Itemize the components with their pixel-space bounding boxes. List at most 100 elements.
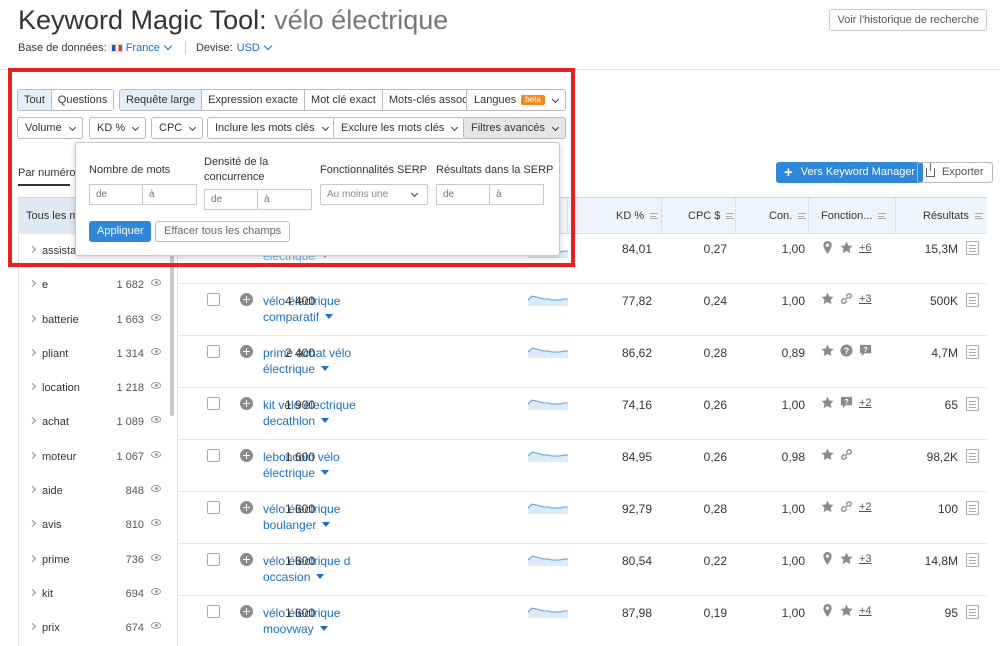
col-cpc[interactable]: CPC $ (688, 210, 735, 222)
cpc-filter[interactable]: CPC (151, 117, 204, 139)
more-features-link[interactable]: +2 (859, 501, 872, 513)
export-button[interactable]: Exporter (917, 162, 993, 183)
sidebar-item[interactable]: prix 674 (18, 611, 177, 645)
keyword-link[interactable]: kit vélo électrique decathlon (263, 397, 373, 429)
more-features-link[interactable]: +3 (859, 553, 872, 565)
languages-dropdown[interactable]: Langues beta (466, 89, 566, 111)
caret-down-icon[interactable] (322, 522, 331, 527)
eye-icon[interactable] (151, 485, 161, 493)
row-checkbox[interactable] (207, 449, 220, 462)
serp-results-icon[interactable] (966, 345, 979, 359)
caret-down-icon[interactable] (316, 574, 325, 579)
eye-icon[interactable] (151, 622, 161, 630)
row-checkbox[interactable] (207, 501, 220, 514)
sidebar-item[interactable]: prime 736 (18, 543, 177, 577)
advanced-filters-button[interactable]: Filtres avancés (463, 117, 566, 139)
sidebar-item[interactable]: achat 1 089 (18, 405, 177, 439)
match-type-tab[interactable]: Expression exacte (201, 90, 304, 110)
word-count-min-input[interactable] (89, 184, 143, 205)
serp-results-icon[interactable] (966, 241, 979, 255)
add-to-list-icon[interactable] (240, 553, 253, 566)
eye-icon[interactable] (151, 382, 161, 390)
col-results[interactable]: Résultats (923, 210, 983, 222)
match-type-tab[interactable]: Mot clé exact (304, 90, 382, 110)
more-features-link[interactable]: +4 (859, 605, 872, 617)
serp-results-max-input[interactable] (490, 184, 544, 205)
row-checkbox[interactable] (207, 345, 220, 358)
tab-tout[interactable]: Tout (18, 90, 51, 110)
eye-icon[interactable] (151, 279, 161, 287)
link-icon (840, 448, 853, 461)
serp-results-icon[interactable] (966, 293, 979, 307)
keyword-link[interactable]: vélo électrique comparatif (263, 293, 373, 325)
keyword-link[interactable]: prime achat vélo électrique (263, 345, 373, 377)
caret-down-icon[interactable] (321, 366, 330, 371)
keyword-link[interactable]: leboncoin vélo électrique (263, 449, 373, 481)
sidebar-item[interactable]: pliant 1 314 (18, 337, 177, 371)
col-serp-features[interactable]: Fonction... (821, 210, 887, 222)
sidebar-item[interactable]: batterie 1 663 (18, 303, 177, 337)
sidebar-item[interactable]: avis 810 (18, 508, 177, 542)
eye-icon[interactable] (151, 347, 161, 355)
row-checkbox[interactable] (207, 397, 220, 410)
serp-results-min-input[interactable] (436, 184, 490, 205)
volume-filter[interactable]: Volume (17, 117, 83, 139)
serp-results-icon[interactable] (966, 501, 979, 515)
caret-down-icon[interactable] (321, 418, 330, 423)
add-to-list-icon[interactable] (240, 293, 253, 306)
add-to-list-icon[interactable] (240, 345, 253, 358)
eye-icon[interactable] (151, 450, 161, 458)
tab-questions[interactable]: Questions (50, 90, 114, 110)
col-kd[interactable]: KD % (616, 210, 659, 222)
sidebar-item[interactable]: e 1 682 (18, 268, 177, 302)
add-to-list-icon[interactable] (240, 605, 253, 618)
sidebar-scrollbar[interactable] (170, 241, 174, 416)
sidebar-item[interactable]: kit 694 (18, 577, 177, 611)
sidebar-item[interactable]: moteur 1 067 (18, 440, 177, 474)
tab-by-number[interactable]: Par numéro (18, 167, 75, 179)
caret-down-icon[interactable] (319, 626, 328, 631)
eye-icon[interactable] (151, 587, 161, 595)
keyword-link[interactable]: vélo électrique d occasion (263, 553, 373, 585)
caret-down-icon[interactable] (325, 314, 334, 319)
include-keywords-filter[interactable]: Inclure les mots clés (207, 117, 336, 139)
caret-down-icon[interactable] (321, 470, 330, 475)
sidebar-item-keyword: achat (42, 416, 69, 429)
kd-filter[interactable]: KD % (89, 117, 147, 139)
row-checkbox[interactable] (207, 605, 220, 618)
row-checkbox[interactable] (207, 553, 220, 566)
clear-all-button[interactable]: Effacer tous les champs (155, 221, 291, 242)
serp-results-icon[interactable] (966, 449, 979, 463)
more-features-link[interactable]: +6 (859, 242, 872, 254)
match-type-tab[interactable]: Requête large (120, 90, 202, 110)
eye-icon[interactable] (151, 553, 161, 561)
eye-icon[interactable] (151, 313, 161, 321)
search-history-button[interactable]: Voir l'historique de recherche (829, 9, 987, 31)
apply-button[interactable]: Appliquer (89, 221, 152, 242)
keyword-manager-button[interactable]: + Vers Keyword Manager (776, 162, 924, 183)
database-selector[interactable]: France (126, 41, 175, 54)
competition-value: 1,00 (781, 606, 805, 620)
eye-icon[interactable] (151, 416, 161, 424)
eye-icon[interactable] (151, 519, 161, 527)
serp-results-icon[interactable] (966, 605, 979, 619)
row-checkbox[interactable] (207, 293, 220, 306)
keyword-link[interactable]: vélo électrique moovway (263, 605, 373, 637)
add-to-list-icon[interactable] (240, 449, 253, 462)
add-to-list-icon[interactable] (240, 397, 253, 410)
serp-results-icon[interactable] (966, 553, 979, 567)
sidebar-item[interactable]: aide 848 (18, 474, 177, 508)
keyword-link[interactable]: vélo électrique boulanger (263, 501, 373, 533)
sidebar-item[interactable]: location 1 218 (18, 371, 177, 405)
more-features-link[interactable]: +3 (859, 293, 872, 305)
serp-features-select[interactable]: Au moins une (320, 184, 428, 205)
density-min-input[interactable] (204, 189, 258, 210)
serp-results-icon[interactable] (966, 397, 979, 411)
exclude-keywords-filter[interactable]: Exclure les mots clés (333, 117, 466, 139)
word-count-max-input[interactable] (143, 184, 197, 205)
col-competition[interactable]: Con. (769, 210, 807, 222)
density-max-input[interactable] (258, 189, 312, 210)
add-to-list-icon[interactable] (240, 501, 253, 514)
currency-selector[interactable]: USD (237, 41, 275, 54)
more-features-link[interactable]: +2 (859, 397, 872, 409)
